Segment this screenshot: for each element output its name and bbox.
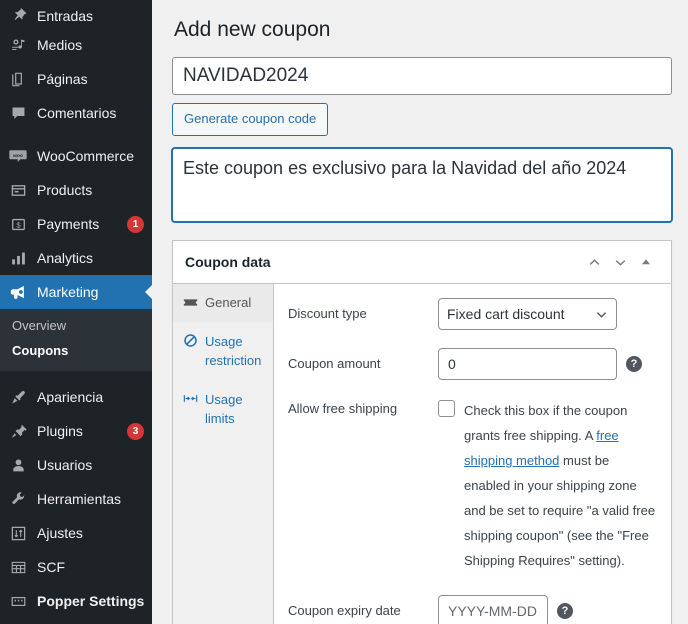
sidebar-item-label: SCF	[37, 559, 65, 575]
sidebar-item-herramientas[interactable]: Herramientas	[0, 482, 152, 516]
sidebar-item-woocommerce[interactable]: woo WooCommerce	[0, 139, 152, 173]
products-icon	[8, 180, 28, 200]
sidebar-item-payments[interactable]: $ Payments 1	[0, 207, 152, 241]
allow-free-shipping-description: Check this box if the coupon grants free…	[464, 398, 659, 573]
sidebar-item-label: Payments	[37, 216, 100, 232]
sidebar-item-entradas[interactable]: Entradas	[0, 0, 152, 28]
sidebar-item-label: Analytics	[37, 250, 94, 266]
tab-general[interactable]: General	[173, 284, 273, 323]
tools-wrench-icon	[8, 489, 28, 509]
sidebar-item-label: Herramientas	[37, 491, 122, 507]
sidebar-item-label: Plugins	[37, 423, 83, 439]
coupon-code-input[interactable]	[172, 57, 672, 96]
appearance-brush-icon	[8, 387, 28, 407]
field-allow-free-shipping: Allow free shipping Check this box if th…	[288, 398, 659, 573]
sidebar-item-label: Popper Settings	[37, 593, 145, 609]
free-shipping-text-part2: must be enabled in your shipping zone an…	[464, 453, 656, 569]
plugins-plug-icon	[8, 421, 28, 441]
sidebar-item-medios[interactable]: Medios	[0, 28, 152, 62]
plugins-badge: 3	[127, 422, 144, 440]
submenu-item-coupons[interactable]: Coupons	[0, 338, 152, 363]
users-icon	[8, 455, 28, 475]
discount-type-select[interactable]: Percentage discountFixed cart discountFi…	[438, 298, 617, 331]
tab-usage-limits[interactable]: Usage limits	[173, 381, 273, 439]
generate-coupon-code-button[interactable]: Generate coupon code	[172, 103, 329, 137]
page-title: Add new coupon	[174, 18, 331, 41]
admin-sidebar: Entradas Medios Páginas Comentarios woo …	[0, 0, 152, 624]
marketing-submenu: Overview Coupons	[0, 309, 152, 371]
usage-limits-icon	[182, 390, 198, 408]
pin-icon	[8, 4, 28, 24]
settings-sliders-icon	[8, 523, 28, 543]
coupon-data-panel-body: General Usage restriction Usage limits D…	[173, 284, 671, 624]
coupon-expiry-date-help-icon[interactable]: ?	[557, 603, 573, 620]
payments-icon: $	[8, 214, 28, 234]
sidebar-item-label: Comentarios	[37, 105, 117, 121]
move-down-icon[interactable]	[607, 251, 633, 273]
media-icon	[8, 35, 28, 55]
coupon-data-fields: Discount type Percentage discountFixed c…	[274, 284, 671, 624]
woocommerce-icon: woo	[8, 146, 28, 166]
comments-icon	[8, 103, 28, 123]
admin-screen: Entradas Medios Páginas Comentarios woo …	[0, 0, 688, 624]
svg-text:$: $	[16, 220, 21, 229]
allow-free-shipping-label: Allow free shipping	[288, 401, 398, 417]
sidebar-item-plugins[interactable]: Plugins 3	[0, 414, 152, 448]
sidebar-separator	[0, 130, 152, 139]
move-up-icon[interactable]	[581, 251, 607, 273]
sidebar-item-label: Products	[37, 182, 93, 198]
field-discount-type: Discount type Percentage discountFixed c…	[288, 298, 659, 331]
sidebar-item-analytics[interactable]: Analytics	[0, 241, 152, 275]
pages-icon	[8, 69, 28, 89]
coupon-description-textarea[interactable]: Este coupon es exclusivo para la Navidad…	[172, 148, 672, 223]
coupon-amount-label: Coupon amount	[288, 356, 381, 372]
coupon-expiry-date-label: Coupon expiry date	[288, 603, 401, 619]
block-circle-slash-icon	[182, 332, 198, 350]
sidebar-item-label: Apariencia	[37, 389, 104, 405]
analytics-icon	[8, 248, 28, 268]
tab-usage-restriction[interactable]: Usage restriction	[173, 323, 273, 381]
coupon-amount-input[interactable]	[438, 348, 617, 381]
sidebar-item-comentarios[interactable]: Comentarios	[0, 96, 152, 130]
sidebar-item-label: Marketing	[37, 284, 99, 300]
svg-text:woo: woo	[12, 154, 23, 159]
submenu-item-overview[interactable]: Overview	[0, 313, 152, 338]
sidebar-item-products[interactable]: Products	[0, 173, 152, 207]
field-coupon-expiry-date: Coupon expiry date ?	[288, 595, 659, 624]
main-content: Add new coupon Generate coupon code Este…	[152, 0, 688, 624]
coupon-ticket-icon	[182, 293, 198, 311]
sidebar-item-label: Medios	[37, 37, 83, 53]
sidebar-item-popper-settings[interactable]: Popper Settings	[0, 584, 152, 618]
tab-label: General	[205, 295, 252, 311]
sidebar-item-ajustes[interactable]: Ajustes	[0, 516, 152, 550]
sidebar-separator-2	[0, 371, 152, 380]
coupon-data-panel-header: Coupon data	[173, 241, 671, 285]
coupon-amount-help-icon[interactable]: ?	[626, 356, 642, 373]
payments-badge: 1	[127, 215, 144, 233]
sidebar-item-label: Ajustes	[37, 525, 83, 541]
sidebar-item-label: Entradas	[37, 8, 94, 24]
sidebar-item-apariencia[interactable]: Apariencia	[0, 380, 152, 414]
panel-title: Coupon data	[185, 254, 271, 271]
toggle-panel-icon[interactable]	[633, 251, 659, 273]
sidebar-item-usuarios[interactable]: Usuarios	[0, 448, 152, 482]
sidebar-item-marketing[interactable]: Marketing	[0, 275, 152, 309]
discount-type-label: Discount type	[288, 306, 367, 322]
field-coupon-amount: Coupon amount ?	[288, 348, 659, 381]
sidebar-item-label: Páginas	[37, 71, 88, 87]
popper-icon	[8, 591, 28, 611]
marketing-megaphone-icon	[8, 282, 28, 302]
scf-grid-icon	[8, 557, 28, 577]
sidebar-item-label: WooCommerce	[37, 148, 134, 164]
coupon-data-tabs: General Usage restriction Usage limits	[173, 284, 274, 624]
sidebar-item-label: Usuarios	[37, 457, 93, 473]
coupon-data-panel: Coupon data General Usage restriction Us…	[172, 240, 672, 624]
tab-label: Usage limits	[205, 391, 243, 427]
allow-free-shipping-checkbox[interactable]	[438, 400, 455, 418]
sidebar-item-scf[interactable]: SCF	[0, 550, 152, 584]
sidebar-item-paginas[interactable]: Páginas	[0, 62, 152, 96]
coupon-expiry-date-input[interactable]	[438, 595, 548, 624]
tab-label: Usage restriction	[205, 333, 262, 369]
